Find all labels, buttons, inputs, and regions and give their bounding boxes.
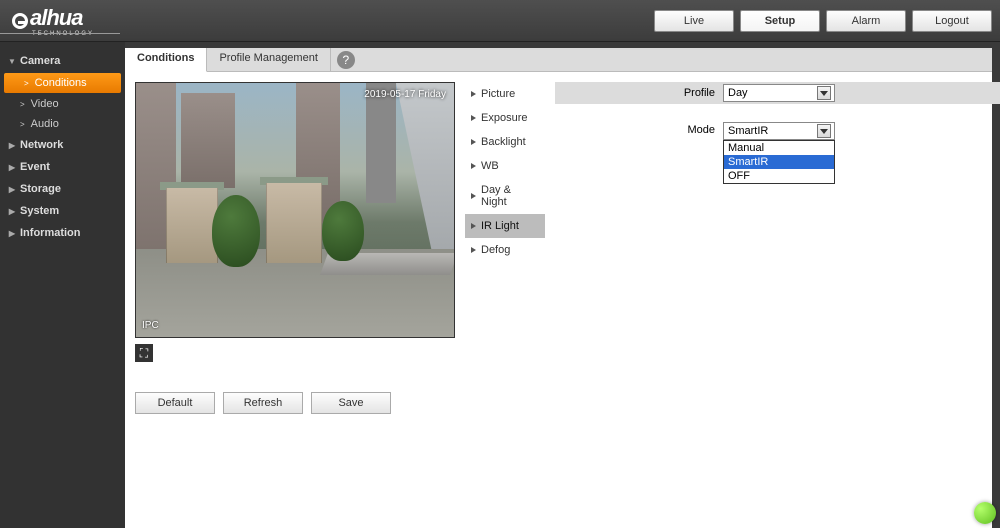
brand-name: alhua bbox=[30, 5, 94, 31]
brand-logo: alhua TECHNOLOGY bbox=[12, 5, 94, 37]
profile-select[interactable]: Day bbox=[723, 84, 835, 102]
mode-option-smartir[interactable]: SmartIR bbox=[724, 155, 834, 169]
header-underline bbox=[0, 33, 120, 34]
triangle-icon bbox=[471, 139, 476, 145]
default-button[interactable]: Default bbox=[135, 392, 215, 414]
mode-option-manual[interactable]: Manual bbox=[724, 141, 834, 155]
triangle-icon bbox=[471, 193, 476, 199]
setup-button[interactable]: Setup bbox=[740, 10, 820, 32]
menu-irlight[interactable]: IR Light bbox=[465, 214, 545, 238]
menu-wb[interactable]: WB bbox=[465, 154, 545, 178]
preview-label: IPC bbox=[142, 320, 159, 331]
save-button[interactable]: Save bbox=[311, 392, 391, 414]
profile-label: Profile bbox=[675, 87, 715, 99]
top-nav-buttons: Live Setup Alarm Logout bbox=[654, 10, 992, 32]
chevron-right-icon: ▶ bbox=[8, 207, 16, 216]
main-panel: Conditions Profile Management ? 2019-05-… bbox=[125, 48, 992, 528]
chevron-right-icon: ▶ bbox=[8, 163, 16, 172]
chevron-right-icon: ▶ bbox=[8, 141, 16, 150]
triangle-icon bbox=[471, 115, 476, 121]
mode-value: SmartIR bbox=[728, 125, 768, 137]
sidebar: ▼Camera >Conditions >Video >Audio ▶Netwo… bbox=[0, 42, 125, 528]
nav-event[interactable]: ▶Event bbox=[0, 156, 125, 178]
nav-network[interactable]: ▶Network bbox=[0, 134, 125, 156]
profile-value: Day bbox=[728, 87, 748, 99]
menu-daynight[interactable]: Day & Night bbox=[465, 178, 545, 214]
top-bar: alhua TECHNOLOGY Live Setup Alarm Logout bbox=[0, 0, 1000, 42]
menu-picture[interactable]: Picture bbox=[465, 82, 545, 106]
help-icon[interactable]: ? bbox=[337, 51, 355, 69]
fullscreen-icon[interactable]: ⛶ bbox=[135, 344, 153, 362]
chevron-down-icon bbox=[817, 86, 831, 100]
preview-controls: Default Refresh Save bbox=[135, 392, 455, 414]
mode-label: Mode bbox=[675, 122, 715, 136]
video-preview: 2019-05-17 Friday IPC bbox=[135, 82, 455, 338]
menu-exposure[interactable]: Exposure bbox=[465, 106, 545, 130]
nav-information[interactable]: ▶Information bbox=[0, 222, 125, 244]
tabs: Conditions Profile Management ? bbox=[125, 48, 992, 72]
tab-conditions[interactable]: Conditions bbox=[125, 48, 207, 72]
mode-option-off[interactable]: OFF bbox=[724, 169, 834, 183]
refresh-button[interactable]: Refresh bbox=[223, 392, 303, 414]
mode-row: Mode SmartIR Manual SmartIR OFF bbox=[675, 122, 835, 140]
main-container: ▼Camera >Conditions >Video >Audio ▶Netwo… bbox=[0, 42, 1000, 528]
status-badge-icon[interactable] bbox=[974, 502, 996, 524]
chevron-right-icon: ▶ bbox=[8, 185, 16, 194]
preview-timestamp: 2019-05-17 Friday bbox=[364, 89, 446, 100]
mode-select[interactable]: SmartIR bbox=[723, 122, 835, 140]
logout-button[interactable]: Logout bbox=[912, 10, 992, 32]
chevron-down-icon bbox=[817, 124, 831, 138]
mode-options: Manual SmartIR OFF bbox=[723, 140, 835, 184]
chevron-right-icon: > bbox=[24, 79, 29, 88]
nav-audio[interactable]: >Audio bbox=[0, 114, 125, 134]
content-area: 2019-05-17 Friday IPC ⛶ Default Refresh … bbox=[125, 72, 992, 424]
triangle-icon bbox=[471, 163, 476, 169]
preview-area: 2019-05-17 Friday IPC ⛶ Default Refresh … bbox=[135, 82, 455, 414]
mode-dropdown: SmartIR Manual SmartIR OFF bbox=[723, 122, 835, 140]
nav-camera[interactable]: ▼Camera bbox=[0, 50, 125, 72]
settings-pane: Profile Day Mode SmartIR Manual bbox=[555, 82, 982, 414]
nav-video[interactable]: >Video bbox=[0, 94, 125, 114]
nav-storage[interactable]: ▶Storage bbox=[0, 178, 125, 200]
nav-conditions[interactable]: >Conditions bbox=[4, 73, 121, 93]
chevron-right-icon: ▶ bbox=[8, 229, 16, 238]
triangle-icon bbox=[471, 223, 476, 229]
logo-icon bbox=[12, 13, 28, 29]
live-button[interactable]: Live bbox=[654, 10, 734, 32]
chevron-down-icon: ▼ bbox=[8, 57, 16, 66]
alarm-button[interactable]: Alarm bbox=[826, 10, 906, 32]
tab-profile-management[interactable]: Profile Management bbox=[207, 48, 330, 71]
profile-row: Profile Day bbox=[555, 82, 1000, 104]
menu-defog[interactable]: Defog bbox=[465, 238, 545, 262]
triangle-icon bbox=[471, 91, 476, 97]
chevron-right-icon: > bbox=[20, 120, 25, 129]
menu-backlight[interactable]: Backlight bbox=[465, 130, 545, 154]
chevron-right-icon: > bbox=[20, 100, 25, 109]
settings-menu: Picture Exposure Backlight WB Day & Nigh… bbox=[465, 82, 545, 414]
nav-system[interactable]: ▶System bbox=[0, 200, 125, 222]
triangle-icon bbox=[471, 247, 476, 253]
